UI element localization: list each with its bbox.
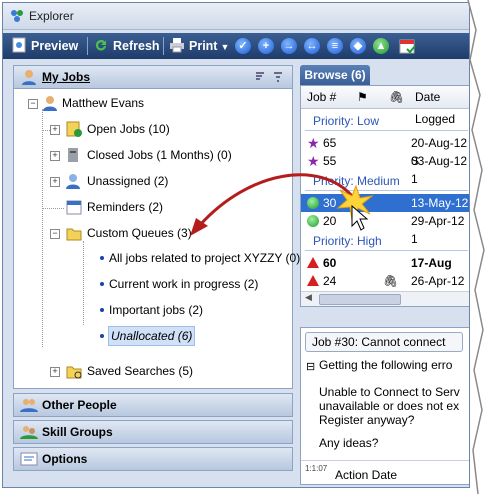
annotation-overlay [190,173,374,236]
torn-edge [467,0,491,494]
callout-arrow [198,173,354,227]
